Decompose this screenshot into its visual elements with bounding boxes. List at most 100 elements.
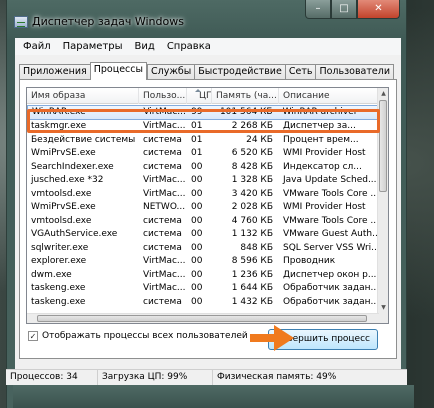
show-all-processes-label: Отображать процессы всех пользователей (42, 331, 248, 341)
cell-image-name: SearchIndexer.exe (31, 161, 114, 172)
cell-memory: 1 644 КБ (231, 283, 273, 293)
cell-image-name: VGAuthService.exe (31, 229, 118, 239)
cell-memory: 8 428 КБ (231, 161, 273, 172)
title-bar[interactable]: Диспетчер задач Windows – □ ✕ (7, 0, 406, 38)
list-header: Имя образа Пользо... ЦП Память (ча... Оп… (27, 88, 379, 104)
cell-description: VMware Guest Auth... (283, 229, 379, 239)
menu-help[interactable]: Справка (161, 41, 217, 52)
tab-processes[interactable]: Процессы (89, 62, 147, 80)
cell-description: Процент врем... (283, 134, 359, 145)
tab-services[interactable]: Службы (147, 64, 195, 80)
column-image-name[interactable]: Имя образа (27, 88, 139, 104)
column-description[interactable]: Описание (279, 88, 379, 104)
cell-description: Обработчик задан... (283, 296, 379, 307)
menu-bar: Файл Параметры Вид Справка (15, 38, 401, 55)
column-cpu[interactable]: ЦП (187, 88, 212, 104)
checkbox-check-icon[interactable]: ✓ (28, 331, 38, 341)
cell-user: система (143, 296, 182, 307)
table-row[interactable]: dwm.exe VirtMac... 00 1 236 КБ Диспетчер око… (27, 269, 379, 283)
window-frame-bottom (13, 385, 414, 408)
tab-users[interactable]: Пользователи (315, 64, 395, 80)
cell-description: Диспетчер за... (283, 121, 356, 131)
cell-memory: 3 420 КБ (231, 188, 273, 199)
cell-image-name: taskeng.exe (31, 296, 86, 307)
table-row[interactable]: explorer.exe VirtMac... 00 8 596 КБ Проводни… (27, 255, 379, 269)
cell-cpu: 00 (191, 215, 203, 226)
column-user[interactable]: Пользо... (139, 88, 187, 104)
cell-image-name: Бездействие системы (31, 134, 136, 145)
cell-cpu: 00 (191, 202, 203, 212)
table-row[interactable]: WmiPrvSE.exe система 01 6 520 КБ WMI Provide… (27, 147, 379, 161)
table-row[interactable]: WinRAR.exe VirtMac... 99 101 564 КБ WinRAR a… (27, 105, 379, 120)
cell-cpu: 00 (191, 256, 203, 266)
cell-cpu: 00 (191, 269, 203, 280)
cell-user: система (143, 134, 182, 145)
scroll-down-icon[interactable]: ▼ (379, 303, 388, 312)
status-bar: Процессов: 34 Загрузка ЦП: 99% Физическа… (6, 369, 407, 385)
cell-description: Java Update Sched... (283, 175, 377, 185)
cell-memory: 1 236 КБ (231, 269, 273, 280)
cell-memory: 1 132 КБ (231, 229, 273, 239)
cell-image-name: sqlwriter.exe (31, 242, 89, 253)
table-row[interactable]: vmtoolsd.exe система 00 4 760 КБ VMware Tool… (27, 215, 379, 229)
table-row[interactable]: jusched.exe *32 VirtMac... 00 1 328 КБ Java … (27, 174, 379, 188)
horizontal-scrollbar-thumb[interactable] (37, 315, 367, 322)
menu-file[interactable]: Файл (17, 41, 57, 52)
processes-panel: Имя образа Пользо... ЦП Память (ча... Оп… (19, 79, 397, 359)
table-row[interactable]: VGAuthService.exe система 00 1 132 КБ VMware… (27, 228, 379, 242)
cell-memory: 1 328 КБ (231, 175, 273, 185)
cell-description: Проводник (283, 256, 336, 266)
cell-user: система (143, 161, 182, 172)
cell-user: система (143, 229, 182, 239)
tab-applications[interactable]: Приложения (19, 64, 90, 80)
table-row[interactable]: Бездействие системы система 01 24 КБ Процент… (27, 134, 379, 148)
cell-memory: 6 520 КБ (231, 148, 273, 158)
close-button[interactable]: ✕ (357, 0, 400, 19)
cell-memory: 4 760 КБ (231, 215, 273, 226)
cell-memory: 8 596 КБ (231, 256, 273, 266)
cell-user: VirtMac... (143, 256, 186, 266)
show-all-processes-checkbox[interactable]: ✓ Отображать процессы всех пользователей (28, 331, 248, 341)
client-area: Файл Параметры Вид Справка Приложения Пр… (15, 38, 401, 369)
cell-memory: 848 КБ (240, 242, 273, 253)
cell-cpu: 00 (191, 175, 203, 185)
menu-view[interactable]: Вид (129, 41, 161, 52)
process-list[interactable]: Имя образа Пользо... ЦП Память (ча... Оп… (26, 87, 389, 324)
cell-memory: 2 268 КБ (231, 121, 273, 131)
cell-user: VirtMac... (143, 188, 186, 199)
cell-cpu: 00 (191, 283, 203, 293)
maximize-button[interactable]: □ (331, 0, 357, 19)
table-row[interactable]: taskmgr.exe VirtMac... 01 2 268 КБ Диспетчер… (27, 120, 379, 134)
table-row[interactable]: taskeng.exe система 00 1 432 КБ Обработчик з… (27, 296, 379, 310)
cell-description: WMI Provider Host (283, 202, 366, 212)
cell-image-name: vmtoolsd.exe (31, 188, 92, 199)
table-row[interactable]: sqlwriter.exe система 00 848 КБ SQL Server V… (27, 242, 379, 256)
scrollbar-thumb[interactable] (379, 100, 387, 192)
cell-image-name: WmiPrvSE.exe (31, 148, 96, 158)
table-row[interactable]: WmiPrvSE.exe NETWO... 00 2 028 КБ WMI Provid… (27, 201, 379, 215)
table-row[interactable]: taskeng.exe VirtMac... 00 1 644 КБ Обработчи… (27, 282, 379, 296)
menu-options[interactable]: Параметры (57, 41, 129, 52)
cell-user: NETWO... (143, 202, 186, 212)
cell-description: Диспетчер окон р... (283, 269, 377, 280)
cell-image-name: dwm.exe (31, 269, 72, 280)
cell-cpu: 99 (191, 107, 203, 117)
vertical-scrollbar[interactable]: ▲ ▼ (377, 88, 388, 323)
column-memory[interactable]: Память (ча... (212, 88, 279, 104)
tab-performance[interactable]: Быстродействие (194, 64, 285, 80)
cell-cpu: 01 (191, 148, 203, 158)
window-title: Диспетчер задач Windows (32, 15, 184, 28)
arrow-pointer-icon (250, 325, 294, 351)
scroll-up-icon[interactable]: ▲ (379, 89, 388, 98)
cell-description: WinRAR archiver (282, 107, 358, 117)
task-manager-window: Диспетчер задач Windows – □ ✕ Файл Парам… (6, 0, 414, 408)
cell-user: VirtMac... (143, 283, 186, 293)
cell-description: Обработчик задан... (283, 283, 379, 293)
horizontal-scrollbar[interactable] (27, 313, 379, 323)
tab-networking[interactable]: Сеть (284, 64, 316, 80)
cell-user: VirtMac... (143, 175, 186, 185)
cell-cpu: 01 (191, 121, 203, 131)
table-row[interactable]: vmtoolsd.exe VirtMac... 00 3 420 КБ VMware T… (27, 188, 379, 202)
table-row[interactable]: SearchIndexer.exe система 00 8 428 КБ Индекс… (27, 161, 379, 175)
minimize-button[interactable]: – (305, 0, 331, 19)
